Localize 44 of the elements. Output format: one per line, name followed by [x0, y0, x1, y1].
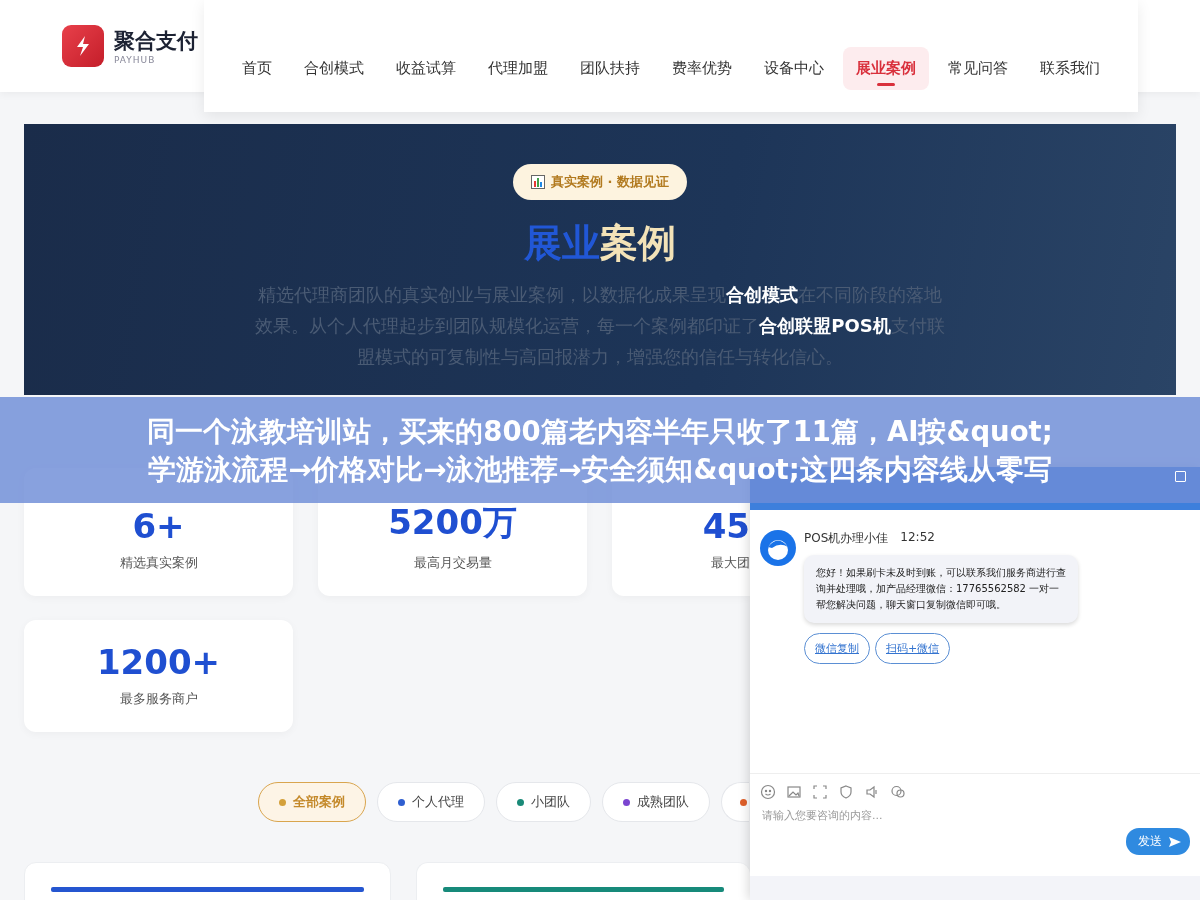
brand-name: 聚合支付 [114, 28, 198, 55]
nav-link[interactable]: 联系我们 [1027, 46, 1113, 90]
badge-text: 真实案例 · 数据见证 [551, 173, 669, 191]
banner-text: 学游泳流程→价格对比→泳池推荐→安全须知&quot;这四条内容线从零写 [148, 452, 1052, 487]
stat-value: 45 [702, 506, 750, 546]
brand-tagline: PAYHUB [114, 55, 157, 65]
quick-action-link[interactable]: 微信复制 [804, 633, 870, 664]
nav-link[interactable]: 常见问答 [935, 46, 1021, 90]
stat-value: 6+ [132, 506, 185, 546]
filter-chip[interactable]: 个人代理 [377, 782, 485, 822]
nav-link[interactable]: 展业案例 [843, 46, 929, 90]
fullscreen-icon[interactable] [812, 784, 828, 800]
message-bubble: 您好！如果刷卡未及时到账，可以联系我们服务商进行查询并处理哦，加产品经理微信：17765562582 一对一帮您解决问题，聊天窗口复制微信即可哦。 [804, 555, 1078, 623]
quick-action-link[interactable]: 扫码+微信 [875, 633, 951, 664]
nav-link[interactable]: 代理加盟 [475, 46, 561, 90]
stat-label: 最多服务商户 [119, 690, 198, 708]
logo-icon [62, 25, 104, 67]
send-button[interactable]: 发送 [1126, 828, 1190, 855]
stat-value: 5200万 [388, 501, 517, 544]
filter-chip[interactable] [721, 782, 749, 822]
filter-chip[interactable]: 成熟团队 [602, 782, 710, 822]
image-icon[interactable] [786, 784, 802, 800]
nav-link[interactable]: 首页 [229, 46, 285, 90]
stat-label: 最高月交易量 [413, 554, 492, 572]
chat-bubbles-icon[interactable] [890, 784, 906, 800]
stat-value: 1200+ [96, 642, 221, 682]
smiley-icon[interactable] [760, 784, 776, 800]
nav-link[interactable]: 设备中心 [751, 46, 837, 90]
nav-link[interactable]: 费率优势 [659, 46, 745, 90]
agent-avatar [760, 530, 796, 566]
message-time: 12:52 [900, 530, 935, 546]
speaker-icon[interactable] [864, 784, 880, 800]
nav-link[interactable]: 收益试算 [383, 46, 469, 90]
chart-icon [531, 175, 545, 189]
filter-chip[interactable]: 小团队 [496, 782, 591, 822]
agent-name: POS机办理小佳 [804, 530, 889, 547]
hero-title: 展业案例 [524, 220, 676, 267]
stat-label: 最大团 [711, 554, 750, 572]
shield-icon[interactable] [838, 784, 854, 800]
stat-label: 精选真实案例 [119, 554, 198, 572]
nav-link[interactable]: 合创模式 [291, 46, 377, 90]
send-icon [1168, 835, 1182, 848]
banner-text: 同一个泳教培训站，买来的800篇老内容半年只收了11篇，AI按&quot; [147, 414, 1053, 449]
nav-link[interactable]: 团队扶持 [567, 46, 653, 90]
